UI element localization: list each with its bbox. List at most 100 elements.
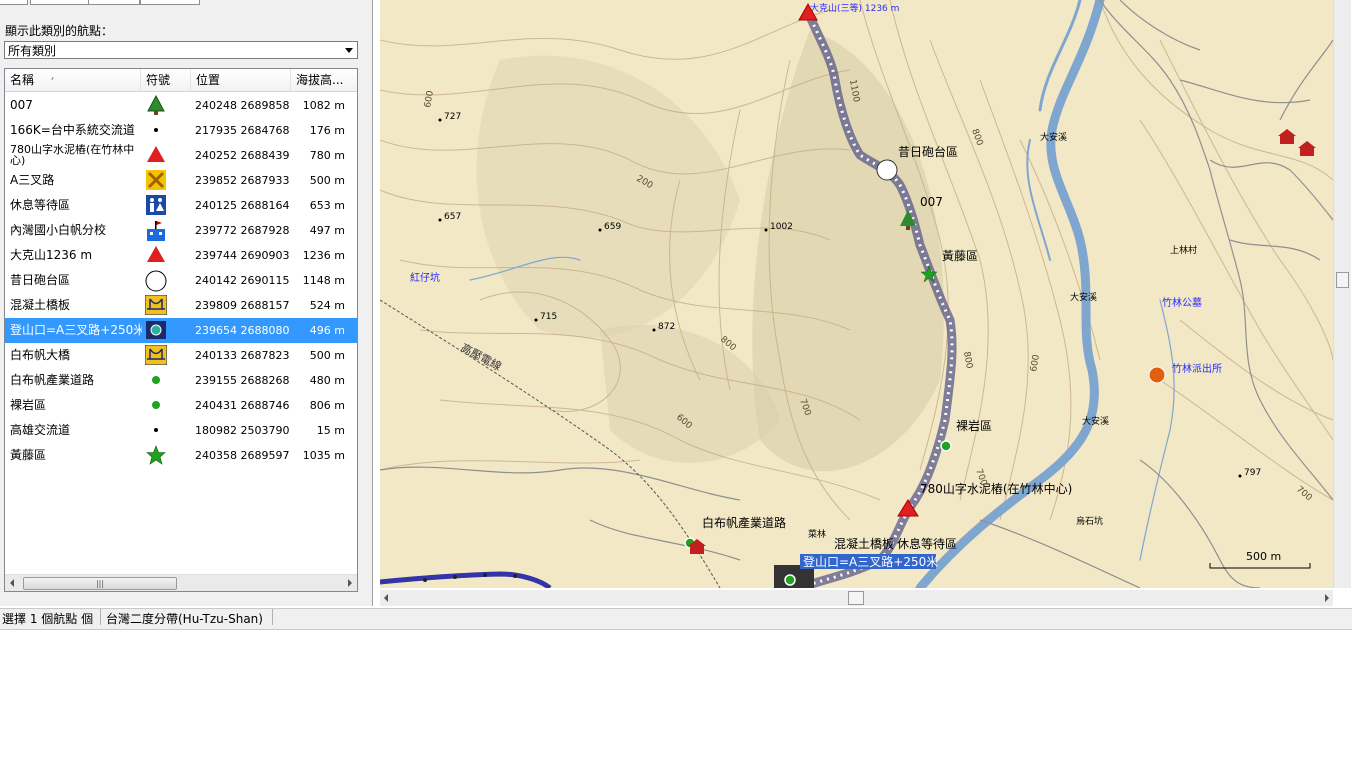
waypoint-name: 登山口=A三叉路+250米: [10, 323, 142, 337]
waypoint-position: 240133 2687823: [195, 349, 290, 362]
green-dot-icon: [143, 368, 169, 395]
tab-map[interactable]: [0, 0, 28, 5]
column-name[interactable]: 名稱: [5, 69, 141, 91]
tab-routes[interactable]: [140, 0, 200, 5]
map-canvas[interactable]: 大克山(三等) 1236 m 昔日砲台區 007 黃藤區 裸岩區 780山字水泥…: [380, 0, 1333, 588]
column-symbol[interactable]: 符號: [141, 69, 191, 91]
waypoint-position: 239744 2690903: [195, 249, 290, 262]
table-row[interactable]: 內灣國小白帆分校 239772 2687928 497 m: [5, 218, 357, 243]
trailhead-dot-icon: [784, 574, 796, 586]
table-row[interactable]: 白布帆產業道路 239155 2688268 480 m: [5, 368, 357, 393]
dot-icon: [143, 118, 169, 145]
tab-waypoints[interactable]: [30, 0, 90, 5]
scroll-right-icon[interactable]: [1325, 594, 1329, 602]
green-dot-icon: [143, 393, 169, 420]
scroll-right-icon[interactable]: [348, 579, 352, 587]
waypoint-name: 007: [10, 98, 33, 112]
waypoint-name: 白布帆大橋: [10, 348, 71, 362]
table-row[interactable]: 裸岩區 240431 2688746 806 m: [5, 393, 357, 418]
restroom-icon: [143, 193, 169, 220]
white-circle-icon: [143, 268, 169, 295]
chevron-down-icon[interactable]: [345, 48, 353, 53]
column-position[interactable]: 位置: [191, 69, 291, 91]
label-xiuxi: 休息等待區: [897, 536, 957, 551]
tab-tracks[interactable]: [88, 0, 140, 5]
police-icon: [1148, 366, 1166, 384]
waypoint-altitude: 15 m: [316, 424, 345, 437]
waypoint-altitude: 1236 m: [302, 249, 345, 262]
label-hunning: 混凝土橋板: [834, 536, 894, 551]
table-row[interactable]: A三叉路 239852 2687933 500 m: [5, 168, 357, 193]
dot-icon: [143, 418, 169, 445]
table-row[interactable]: 高雄交流道 180982 2503790 15 m: [5, 418, 357, 443]
tree-icon: [143, 93, 169, 120]
topographic-map[interactable]: 大克山(三等) 1236 m 昔日砲台區 007 黃藤區 裸岩區 780山字水泥…: [380, 0, 1333, 588]
status-selection: 選擇 1 個航點 個: [2, 612, 94, 626]
waypoint-name: 內灣國小白帆分校: [10, 223, 107, 237]
school-icon: [143, 218, 169, 245]
status-bar: 選擇 1 個航點 個 台灣二度分帶(Hu-Tzu-Shan): [0, 608, 1352, 630]
waypoint-altitude: 1082 m: [302, 99, 345, 112]
label-007: 007: [920, 195, 943, 209]
label-daanxi-1: 大安溪: [1040, 131, 1067, 143]
label-daanxi-3: 大安溪: [1082, 415, 1109, 427]
label-daanxi-2: 大安溪: [1070, 291, 1097, 303]
waypoint-altitude: 500 m: [309, 349, 345, 362]
waypoint-position: 239852 2687933: [195, 174, 290, 187]
scrollbar-thumb[interactable]: [848, 591, 864, 605]
waypoint-name: 白布帆產業道路: [10, 373, 95, 387]
table-row[interactable]: 登山口=A三叉路+250米 239654 2688080 496 m: [5, 318, 357, 343]
waypoint-position: 239654 2688080: [195, 324, 290, 337]
waypoint-name: 昔日砲台區: [10, 273, 71, 287]
label-caimin: 菜林: [808, 528, 826, 540]
table-row[interactable]: 混凝土橋板 239809 2688157 524 m: [5, 293, 357, 318]
waypoint-name: 大克山1236 m: [10, 248, 93, 262]
column-altitude[interactable]: 海拔高...: [291, 69, 357, 91]
waypoint-altitude: 1148 m: [302, 274, 345, 287]
spot-727: 727: [444, 112, 461, 122]
waypoint-name: 166K=台中系統交流道: [10, 123, 135, 137]
map-horizontal-scrollbar[interactable]: [380, 590, 1333, 606]
table-row[interactable]: 白布帆大橋 240133 2687823 500 m: [5, 343, 357, 368]
spot-657: 657: [444, 212, 461, 222]
table-row[interactable]: 大克山1236 m 239744 2690903 1236 m: [5, 243, 357, 268]
list-horizontal-scrollbar[interactable]: |||: [5, 574, 357, 591]
waypoint-name: 混凝土橋板: [10, 298, 71, 312]
label-baibufan-road: 白布帆產業道路: [702, 515, 786, 530]
category-value: 所有類別: [8, 44, 57, 58]
scroll-left-icon[interactable]: [10, 579, 14, 587]
status-divider: [272, 609, 273, 625]
bridge-icon: [143, 343, 169, 370]
waypoint-position: 239155 2688268: [195, 374, 290, 387]
map-vertical-scrollbar[interactable]: [1333, 0, 1351, 588]
waypoint-altitude: 500 m: [309, 174, 345, 187]
scrollbar-thumb[interactable]: [1336, 272, 1349, 288]
category-dropdown[interactable]: 所有類別: [4, 41, 358, 59]
label-wushi: 烏石坑: [1076, 515, 1103, 527]
waypoint-position: 240142 2690115: [195, 274, 290, 287]
label-paotai: 昔日砲台區: [898, 144, 958, 159]
table-row[interactable]: 黃藤區 240358 2689597 1035 m: [5, 443, 357, 468]
status-datum: 台灣二度分帶(Hu-Tzu-Shan): [106, 612, 263, 626]
table-row[interactable]: 007 240248 2689858 1082 m: [5, 93, 357, 118]
waypoint-name: 黃藤區: [10, 448, 47, 462]
waypoint-position: 240125 2688164: [195, 199, 290, 212]
table-row[interactable]: 休息等待區 240125 2688164 653 m: [5, 193, 357, 218]
green-star-icon: [143, 443, 169, 470]
waypoint-name: 780山字水泥樁(在竹林中心): [10, 144, 135, 167]
spot-872: 872: [658, 322, 675, 332]
table-row[interactable]: 780山字水泥樁(在竹林中心) 240252 2688439 780 m: [5, 143, 357, 168]
waypoint-altitude: 653 m: [309, 199, 345, 212]
waypoint-altitude: 497 m: [309, 224, 345, 237]
scroll-left-icon[interactable]: [384, 594, 388, 602]
scrollbar-thumb[interactable]: |||: [23, 577, 177, 590]
waypoint-name: A三叉路: [10, 173, 55, 187]
scale-label: 500 m: [1246, 550, 1281, 563]
table-row[interactable]: 昔日砲台區 240142 2690115 1148 m: [5, 268, 357, 293]
table-row[interactable]: 166K=台中系統交流道 217935 2684768 176 m: [5, 118, 357, 143]
waypoint-altitude: 480 m: [309, 374, 345, 387]
crossroads-icon: [143, 168, 169, 195]
waypoint-altitude: 176 m: [309, 124, 345, 137]
waypoint-list: 名稱 符號 位置 海拔高... 007 240248 2689858 1082 m 1…: [4, 68, 358, 592]
waypoint-panel: 顯示此類別的航點： 所有類別 名稱 符號 位置 海拔高... 007 240248…: [0, 0, 373, 606]
